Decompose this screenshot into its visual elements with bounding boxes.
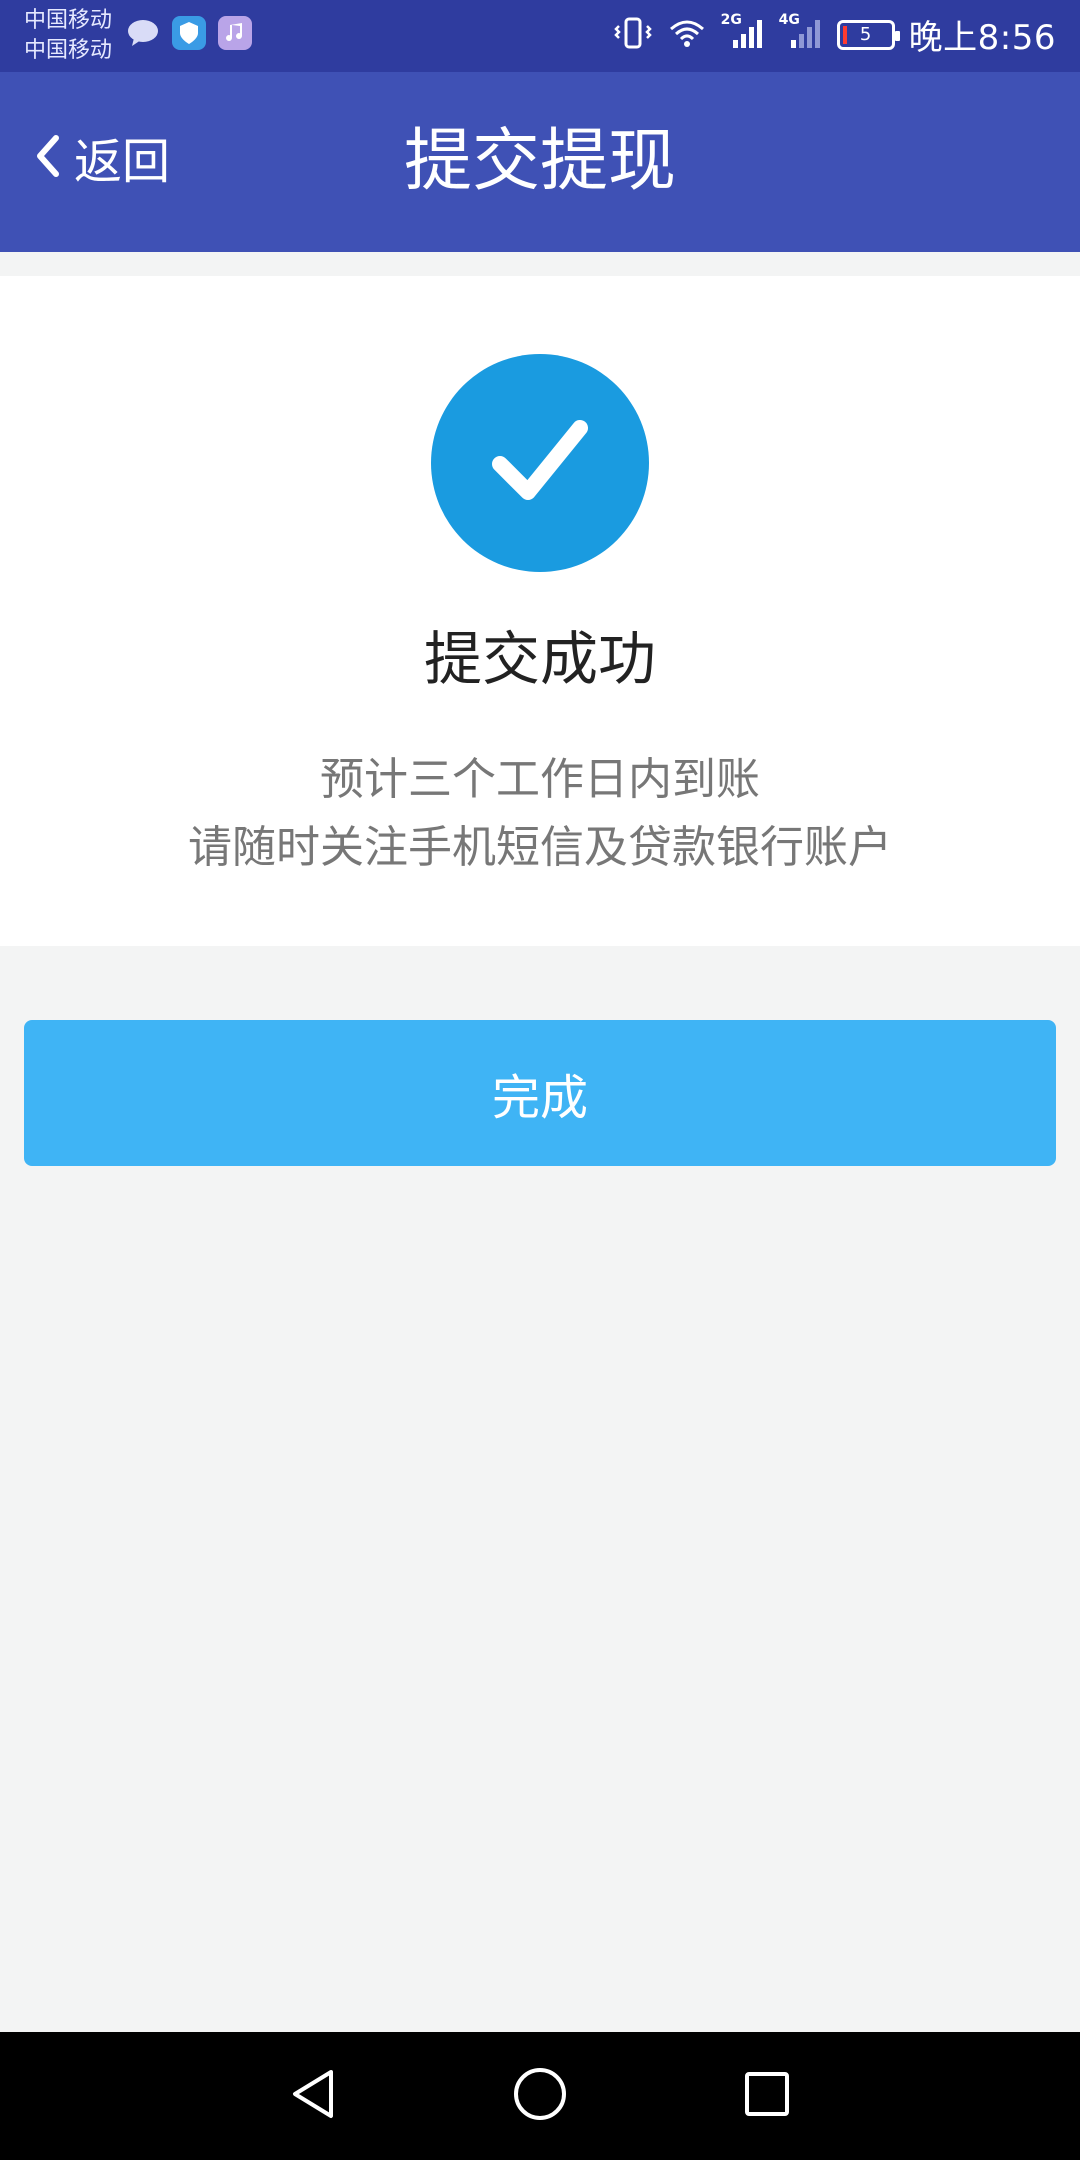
system-nav-bar	[0, 2032, 1080, 2160]
status-right: 2G 4G 5 晚上8:56	[613, 10, 1056, 59]
carrier-2: 中国移动	[24, 38, 113, 63]
network-type-1: 2G	[720, 11, 742, 28]
battery-icon: 5	[836, 19, 900, 50]
check-icon	[490, 416, 590, 510]
done-button[interactable]: 完成	[24, 1020, 1056, 1166]
signal-4g-icon: 4G	[779, 12, 823, 54]
notification-icons	[126, 16, 252, 50]
description-line-1: 预计三个工作日内到账	[320, 754, 760, 805]
music-icon	[218, 16, 252, 50]
page-title: 提交提现	[403, 122, 676, 201]
clock: 晚上8:56	[908, 18, 1056, 58]
success-title: 提交成功	[423, 625, 656, 693]
battery-level: 5	[859, 24, 872, 45]
result-description: 预计三个工作日内到账 请随时关注手机短信及贷款银行账户	[0, 746, 1080, 882]
signal-2g-icon: 2G	[721, 12, 765, 54]
network-type-2: 4G	[778, 11, 800, 28]
triangle-back-icon[interactable]	[283, 2064, 343, 2128]
result-card: 提交成功 预计三个工作日内到账 请随时关注手机短信及贷款银行账户	[0, 276, 1080, 946]
vibrate-icon	[613, 16, 653, 54]
carrier-labels: 中国移动 中国移动	[24, 6, 112, 66]
carrier-1: 中国移动	[24, 8, 113, 33]
wifi-icon	[667, 17, 707, 53]
description-line-2: 请随时关注手机短信及贷款银行账户	[188, 822, 892, 873]
shield-icon	[172, 16, 206, 50]
circle-home-icon[interactable]	[510, 2064, 570, 2128]
app-header: 返回 提交提现	[0, 72, 1080, 252]
success-badge	[431, 354, 649, 572]
square-recent-icon[interactable]	[737, 2064, 797, 2128]
message-icon	[126, 16, 160, 50]
status-bar: 中国移动 中国移动 2G 4G 5 晚上8:56	[0, 0, 1080, 72]
